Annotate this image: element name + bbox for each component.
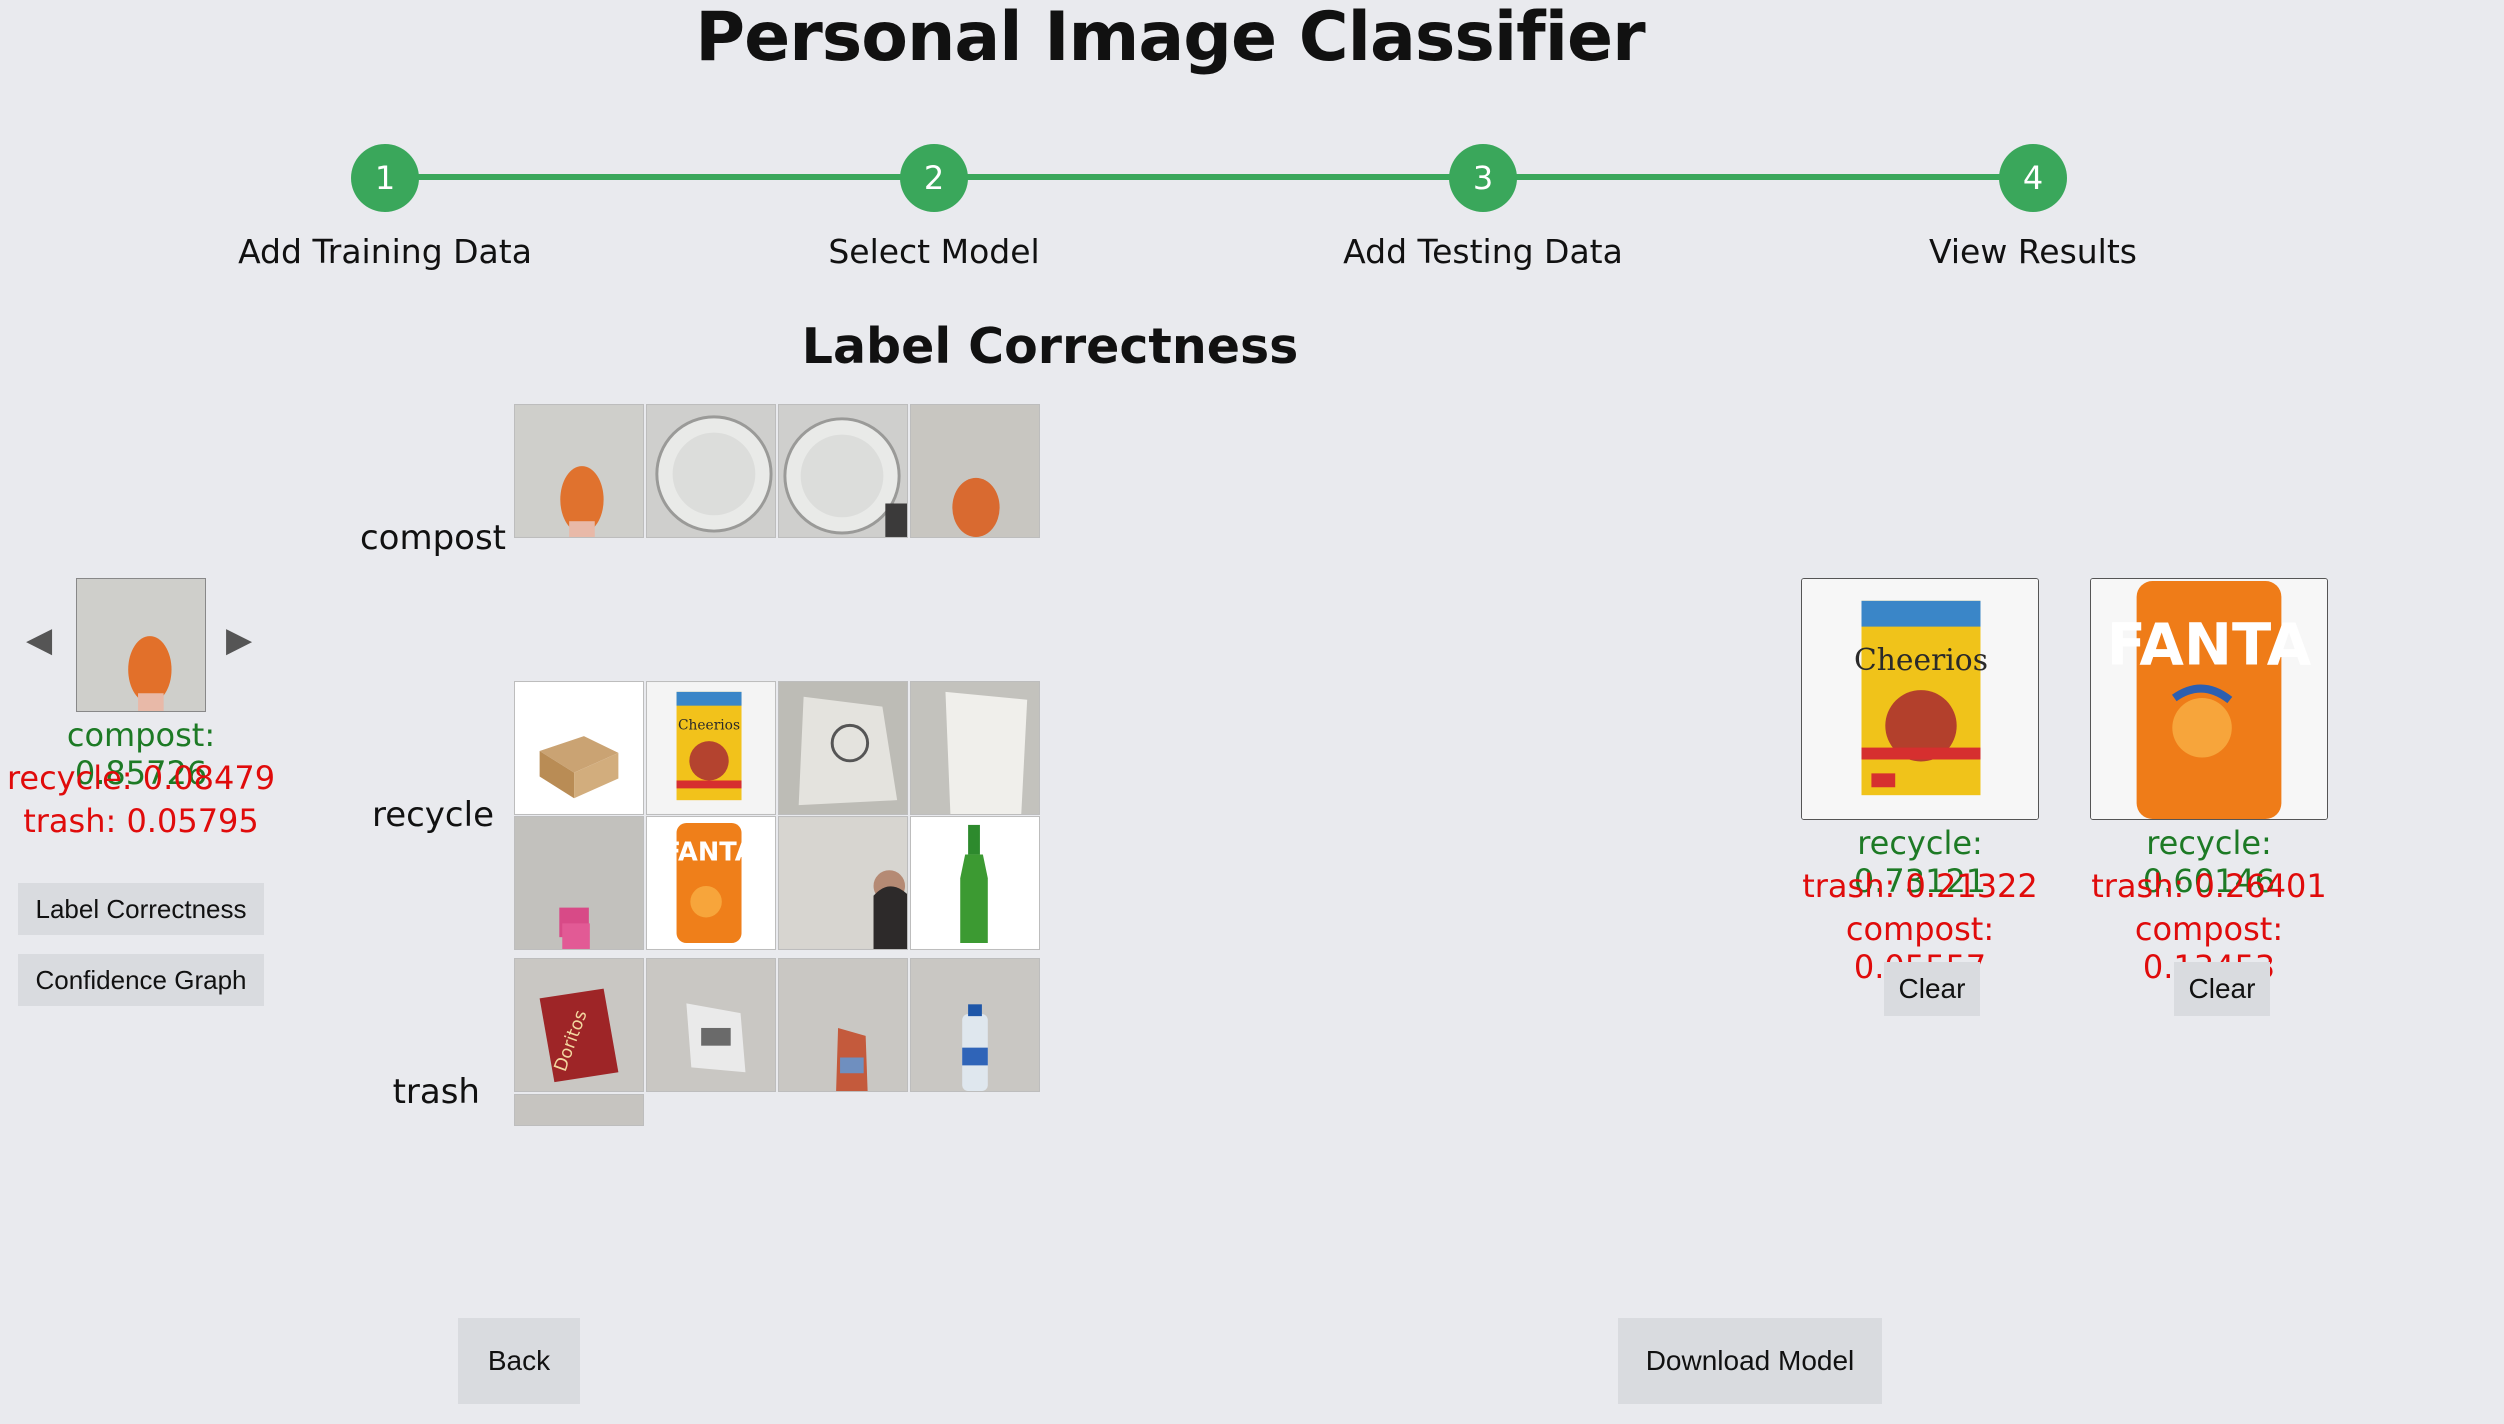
page-title: Personal Image Classifier xyxy=(695,0,1645,77)
step-3-label[interactable]: Add Testing Data xyxy=(1283,232,1683,271)
compost-image-1[interactable] xyxy=(514,404,644,538)
trash-image-4[interactable] xyxy=(910,958,1040,1092)
selected-score-2: recycle: 0.08479 xyxy=(6,759,276,797)
download-model-button[interactable]: Download Model xyxy=(1618,1318,1882,1404)
compost-image-2[interactable] xyxy=(646,404,776,538)
step-1-circle[interactable]: 1 xyxy=(351,144,419,212)
result-1-clear-button[interactable]: Clear xyxy=(1884,962,1980,1016)
row-label-trash: trash xyxy=(392,1072,480,1112)
svg-text:FANTA: FANTA xyxy=(2107,611,2312,678)
recycle-image-3[interactable] xyxy=(778,681,908,815)
trash-image-2[interactable] xyxy=(646,958,776,1092)
result-2-clear-button[interactable]: Clear xyxy=(2174,962,2270,1016)
back-button[interactable]: Back xyxy=(458,1318,580,1404)
view-heading: Label Correctness xyxy=(801,318,1299,375)
recycle-image-7[interactable] xyxy=(778,816,908,950)
recycle-image-6[interactable]: FANTA xyxy=(646,816,776,950)
svg-text:FANTA: FANTA xyxy=(663,837,754,867)
row-label-compost: compost xyxy=(359,518,506,558)
row-label-recycle: recycle xyxy=(371,795,494,835)
compost-image-4[interactable] xyxy=(910,404,1040,538)
stepper-line xyxy=(384,174,2034,180)
svg-text:Cheerios: Cheerios xyxy=(1854,643,1988,678)
selected-image[interactable] xyxy=(76,578,206,712)
compost-image-3[interactable] xyxy=(778,404,908,538)
trash-image-1[interactable]: Doritos xyxy=(514,958,644,1092)
recycle-image-5[interactable] xyxy=(514,816,644,950)
trash-image-3[interactable] xyxy=(778,958,908,1092)
recycle-image-1[interactable] xyxy=(514,681,644,815)
step-3-circle[interactable]: 3 xyxy=(1449,144,1517,212)
label-correctness-button[interactable]: Label Correctness xyxy=(18,883,264,935)
step-1-label[interactable]: Add Training Data xyxy=(185,232,585,271)
svg-text:Cheerios: Cheerios xyxy=(678,717,740,733)
confidence-graph-button[interactable]: Confidence Graph xyxy=(18,954,264,1006)
step-4-circle[interactable]: 4 xyxy=(1999,144,2067,212)
recycle-image-2[interactable]: Cheerios xyxy=(646,681,776,815)
step-2-circle[interactable]: 2 xyxy=(900,144,968,212)
result-card-2[interactable]: FANTA xyxy=(2090,578,2328,820)
result-card-1[interactable]: Cheerios xyxy=(1801,578,2039,820)
trash-image-5[interactable] xyxy=(514,1094,644,1126)
recycle-image-8[interactable] xyxy=(910,816,1040,950)
result-1-score-2: trash: 0.21322 xyxy=(1802,867,2038,905)
result-2-score-2: trash: 0.26401 xyxy=(2091,867,2327,905)
step-2-label[interactable]: Select Model xyxy=(734,232,1134,271)
next-arrow-icon[interactable]: ▶ xyxy=(226,620,252,660)
step-4-label[interactable]: View Results xyxy=(1833,232,2233,271)
previous-arrow-icon[interactable]: ◀ xyxy=(26,620,52,660)
selected-score-3: trash: 0.05795 xyxy=(23,802,259,840)
recycle-image-4[interactable] xyxy=(910,681,1040,815)
